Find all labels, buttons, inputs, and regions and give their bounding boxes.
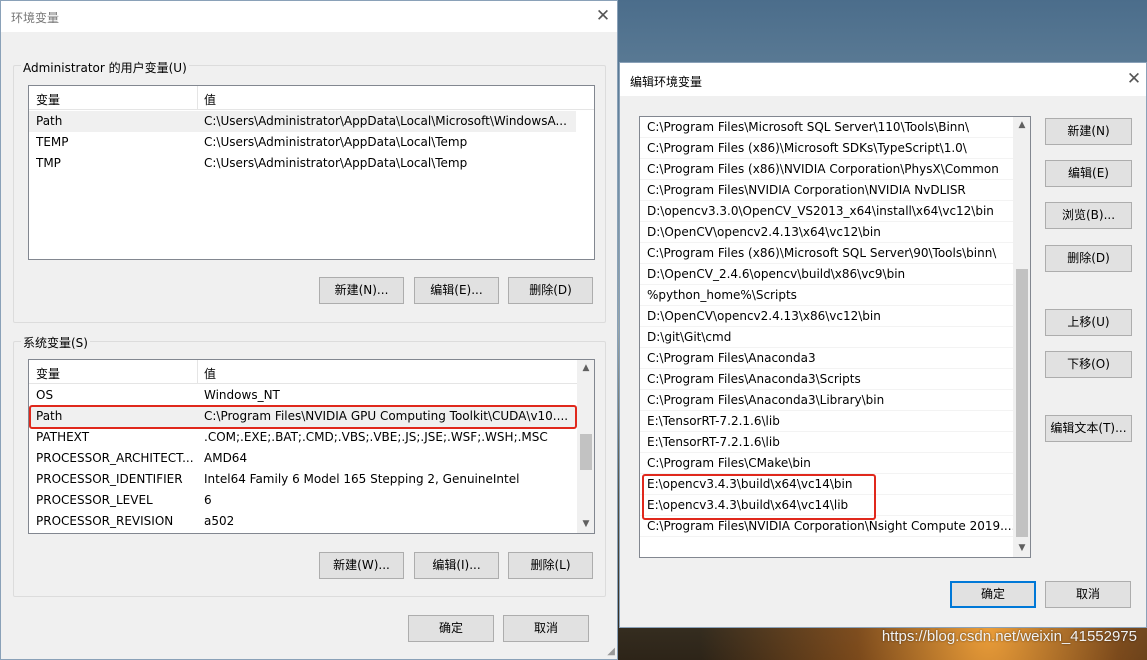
environment-variables-dialog: 环境变量 ✕ Administrator 的用户变量(U) 变量 值 Path … [0,0,618,660]
vertical-scrollbar[interactable]: ▲ ▼ [1013,117,1030,557]
list-item[interactable]: C:\Program Files (x86)\Microsoft SQL Ser… [640,243,1013,264]
highlight-path-row [29,405,577,429]
var-name: OS [36,388,54,402]
table-row[interactable]: TMP C:\Users\Administrator\AppData\Local… [29,153,576,174]
move-down-button[interactable]: 下移(O) [1045,351,1132,378]
delete-button[interactable]: 删除(D) [1045,245,1132,272]
column-header-value[interactable]: 值 [204,365,216,382]
resize-grip-icon[interactable]: ◢ [607,646,615,657]
ok-button[interactable]: 确定 [950,581,1036,608]
window-title: 编辑环境变量 [630,75,703,89]
cancel-button[interactable]: 取消 [503,615,589,642]
list-item[interactable]: C:\Program Files\Anaconda3\Library\bin [640,390,1013,411]
edit-environment-variable-dialog: 编辑环境变量 ✕ C:\Program Files\Microsoft SQL … [619,62,1147,628]
system-vars-list[interactable]: 变量 值 OS Windows_NT Path C:\Program Files… [28,359,595,534]
edit-button[interactable]: 编辑(E) [1045,160,1132,187]
new-button[interactable]: 新建(N) [1045,118,1132,145]
move-up-button[interactable]: 上移(U) [1045,309,1132,336]
var-value: AMD64 [204,451,248,465]
list-item[interactable]: E:\TensorRT-7.2.1.6\lib [640,432,1013,453]
list-item[interactable]: C:\Program Files\Anaconda3\Scripts [640,369,1013,390]
var-value: C:\Users\Administrator\AppData\Local\Tem… [204,135,468,149]
list-item[interactable]: %python_home%\Scripts [640,285,1013,306]
table-row[interactable]: PATHEXT .COM;.EXE;.BAT;.CMD;.VBS;.VBE;.J… [29,427,577,448]
window-title: 环境变量 [11,11,60,25]
var-value: a502 [204,514,235,528]
var-name: TMP [36,156,61,170]
var-value: C:\Users\Administrator\AppData\Local\Tem… [204,156,468,170]
var-value: 6 [204,493,212,507]
user-vars-label: Administrator 的用户变量(U) [21,59,189,76]
table-row[interactable]: PROCESSOR_REVISION a502 [29,511,577,532]
scroll-up-icon[interactable]: ▲ [578,360,594,377]
var-name: TEMP [36,135,69,149]
list-item[interactable]: E:\TensorRT-7.2.1.6\lib [640,411,1013,432]
title-bar: 环境变量 ✕ [1,1,617,32]
scrollbar-thumb[interactable] [580,434,592,470]
cancel-button[interactable]: 取消 [1045,581,1131,608]
scroll-up-icon[interactable]: ▲ [1014,117,1030,134]
close-icon[interactable]: ✕ [581,1,625,32]
column-header-value[interactable]: 值 [204,91,216,108]
system-edit-button[interactable]: 编辑(I)... [414,552,499,579]
column-header-variable[interactable]: 变量 [36,91,60,108]
watermark: https://blog.csdn.net/weixin_41552975 [881,628,1137,645]
user-edit-button[interactable]: 编辑(E)... [414,277,499,304]
scroll-down-icon[interactable]: ▼ [578,516,594,533]
user-delete-button[interactable]: 删除(D) [508,277,593,304]
list-item[interactable]: C:\Program Files (x86)\Microsoft SDKs\Ty… [640,138,1013,159]
list-item[interactable]: D:\OpenCV\opencv2.4.13\x64\vc12\bin [640,222,1013,243]
table-row[interactable]: TEMP C:\Users\Administrator\AppData\Loca… [29,132,576,153]
list-item[interactable]: C:\Program Files\NVIDIA Corporation\NVID… [640,180,1013,201]
list-item[interactable]: D:\OpenCV\opencv2.4.13\x86\vc12\bin [640,306,1013,327]
list-item[interactable]: C:\Program Files (x86)\NVIDIA Corporatio… [640,159,1013,180]
var-value: .COM;.EXE;.BAT;.CMD;.VBS;.VBE;.JS;.JSE;.… [204,430,548,444]
table-row[interactable]: PROCESSOR_ARCHITECT... AMD64 [29,448,577,469]
ok-button[interactable]: 确定 [408,615,494,642]
list-item[interactable]: C:\Program Files\CMake\bin [640,453,1013,474]
scrollbar-thumb[interactable] [1016,269,1028,537]
table-row[interactable]: OS Windows_NT [29,385,577,406]
list-item[interactable]: D:\opencv3.3.0\OpenCV_VS2013_x64\install… [640,201,1013,222]
close-icon[interactable]: ✕ [1112,64,1147,95]
table-row[interactable]: PROCESSOR_LEVEL 6 [29,490,577,511]
var-value: Windows_NT [204,388,280,402]
scroll-down-icon[interactable]: ▼ [1014,540,1030,557]
browse-button[interactable]: 浏览(B)... [1045,202,1132,229]
var-name: PROCESSOR_ARCHITECT... [36,451,194,465]
title-bar: 编辑环境变量 ✕ [620,63,1146,96]
column-header-variable[interactable]: 变量 [36,365,60,382]
var-value: C:\Users\Administrator\AppData\Local\Mic… [204,114,567,128]
vertical-scrollbar[interactable]: ▲ ▼ [577,360,594,533]
list-item[interactable]: D:\git\Git\cmd [640,327,1013,348]
table-row[interactable]: Path C:\Users\Administrator\AppData\Loca… [29,111,576,132]
list-item[interactable]: D:\OpenCV_2.4.6\opencv\build\x86\vc9\bin [640,264,1013,285]
user-vars-list[interactable]: 变量 值 Path C:\Users\Administrator\AppData… [28,85,595,260]
var-name: PROCESSOR_REVISION [36,514,174,528]
highlight-opencv-paths [642,474,876,520]
var-name: PROCESSOR_IDENTIFIER [36,472,183,486]
var-name: PATHEXT [36,430,90,444]
table-row[interactable]: PROCESSOR_IDENTIFIER Intel64 Family 6 Mo… [29,469,577,490]
system-delete-button[interactable]: 删除(L) [508,552,593,579]
var-name: PROCESSOR_LEVEL [36,493,153,507]
system-new-button[interactable]: 新建(W)... [319,552,404,579]
list-item[interactable]: C:\Program Files\Microsoft SQL Server\11… [640,117,1013,138]
edit-text-button[interactable]: 编辑文本(T)... [1045,415,1132,442]
system-vars-label: 系统变量(S) [21,334,90,351]
list-item[interactable]: C:\Program Files\Anaconda3 [640,348,1013,369]
list-header: 变量 值 [29,86,594,110]
var-value: Intel64 Family 6 Model 165 Stepping 2, G… [204,472,520,486]
list-header: 变量 值 [29,360,594,384]
var-name: Path [36,114,63,128]
user-new-button[interactable]: 新建(N)... [319,277,404,304]
